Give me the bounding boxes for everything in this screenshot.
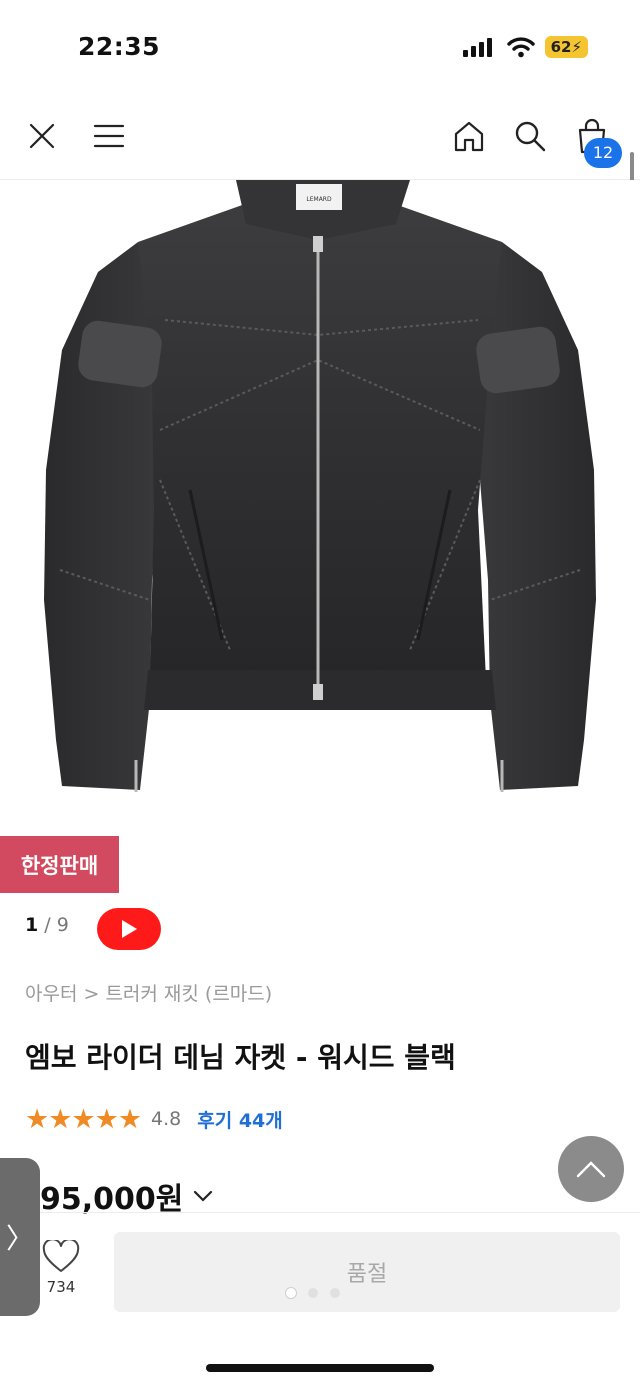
reviews-link[interactable]: 후기 44개 bbox=[197, 1106, 283, 1133]
home-indicator bbox=[206, 1364, 434, 1372]
chevron-down-icon bbox=[194, 1190, 213, 1202]
limited-sale-badge: 한정판매 bbox=[0, 836, 119, 893]
page-dots bbox=[286, 1288, 340, 1298]
divider bbox=[0, 1212, 640, 1213]
page-dot bbox=[330, 1288, 340, 1298]
play-icon bbox=[122, 920, 137, 938]
top-navigation bbox=[0, 100, 640, 180]
image-counter-current: 1 bbox=[25, 914, 39, 936]
heart-icon bbox=[42, 1240, 80, 1272]
home-icon[interactable] bbox=[449, 116, 489, 156]
charging-icon: ⚡ bbox=[571, 38, 582, 56]
category-breadcrumb[interactable]: 아우터 > 트러커 재킷 (르마드) bbox=[25, 979, 272, 1006]
jacket-label: LEMARD bbox=[306, 196, 332, 203]
battery-level: 62 bbox=[550, 38, 572, 56]
close-icon[interactable] bbox=[22, 116, 62, 156]
denim-jacket-image: LEMARD bbox=[44, 180, 596, 792]
sold-out-button[interactable]: 품절 bbox=[114, 1232, 620, 1312]
image-counter-total: 9 bbox=[56, 914, 69, 936]
product-title: 엠보 라이더 데님 자켓 - 워시드 블랙 bbox=[25, 1041, 456, 1074]
side-tab-chevron: 〉 bbox=[5, 1222, 34, 1255]
page-dot bbox=[308, 1288, 318, 1298]
status-bar: 22:35 62⚡ bbox=[0, 0, 640, 100]
search-icon[interactable] bbox=[510, 116, 550, 156]
youtube-video-button[interactable] bbox=[97, 908, 161, 950]
cellular-signal-icon bbox=[462, 38, 492, 57]
like-button[interactable]: 734 bbox=[40, 1240, 82, 1296]
side-panel-toggle[interactable]: 〉 bbox=[0, 1158, 40, 1316]
chevron-up-icon bbox=[576, 1161, 606, 1178]
status-time: 22:35 bbox=[78, 32, 161, 61]
product-image[interactable]: LEMARD bbox=[0, 180, 640, 856]
like-count: 734 bbox=[46, 1278, 76, 1296]
rating-row: ★★★★★ 4.8 후기 44개 bbox=[25, 1103, 283, 1135]
rating-value: 4.8 bbox=[151, 1108, 182, 1130]
image-counter: 1 / 9 bbox=[25, 914, 69, 936]
status-icons: 62⚡ bbox=[462, 36, 588, 58]
page-dot bbox=[286, 1288, 296, 1298]
battery-indicator: 62⚡ bbox=[544, 36, 588, 58]
scroll-to-top-button[interactable] bbox=[558, 1136, 624, 1202]
menu-icon[interactable] bbox=[89, 116, 129, 156]
cart-count-badge: 12 bbox=[584, 138, 622, 168]
image-counter-separator: / bbox=[44, 914, 51, 936]
star-rating-icon: ★★★★★ bbox=[25, 1103, 142, 1135]
wifi-icon bbox=[506, 37, 535, 58]
